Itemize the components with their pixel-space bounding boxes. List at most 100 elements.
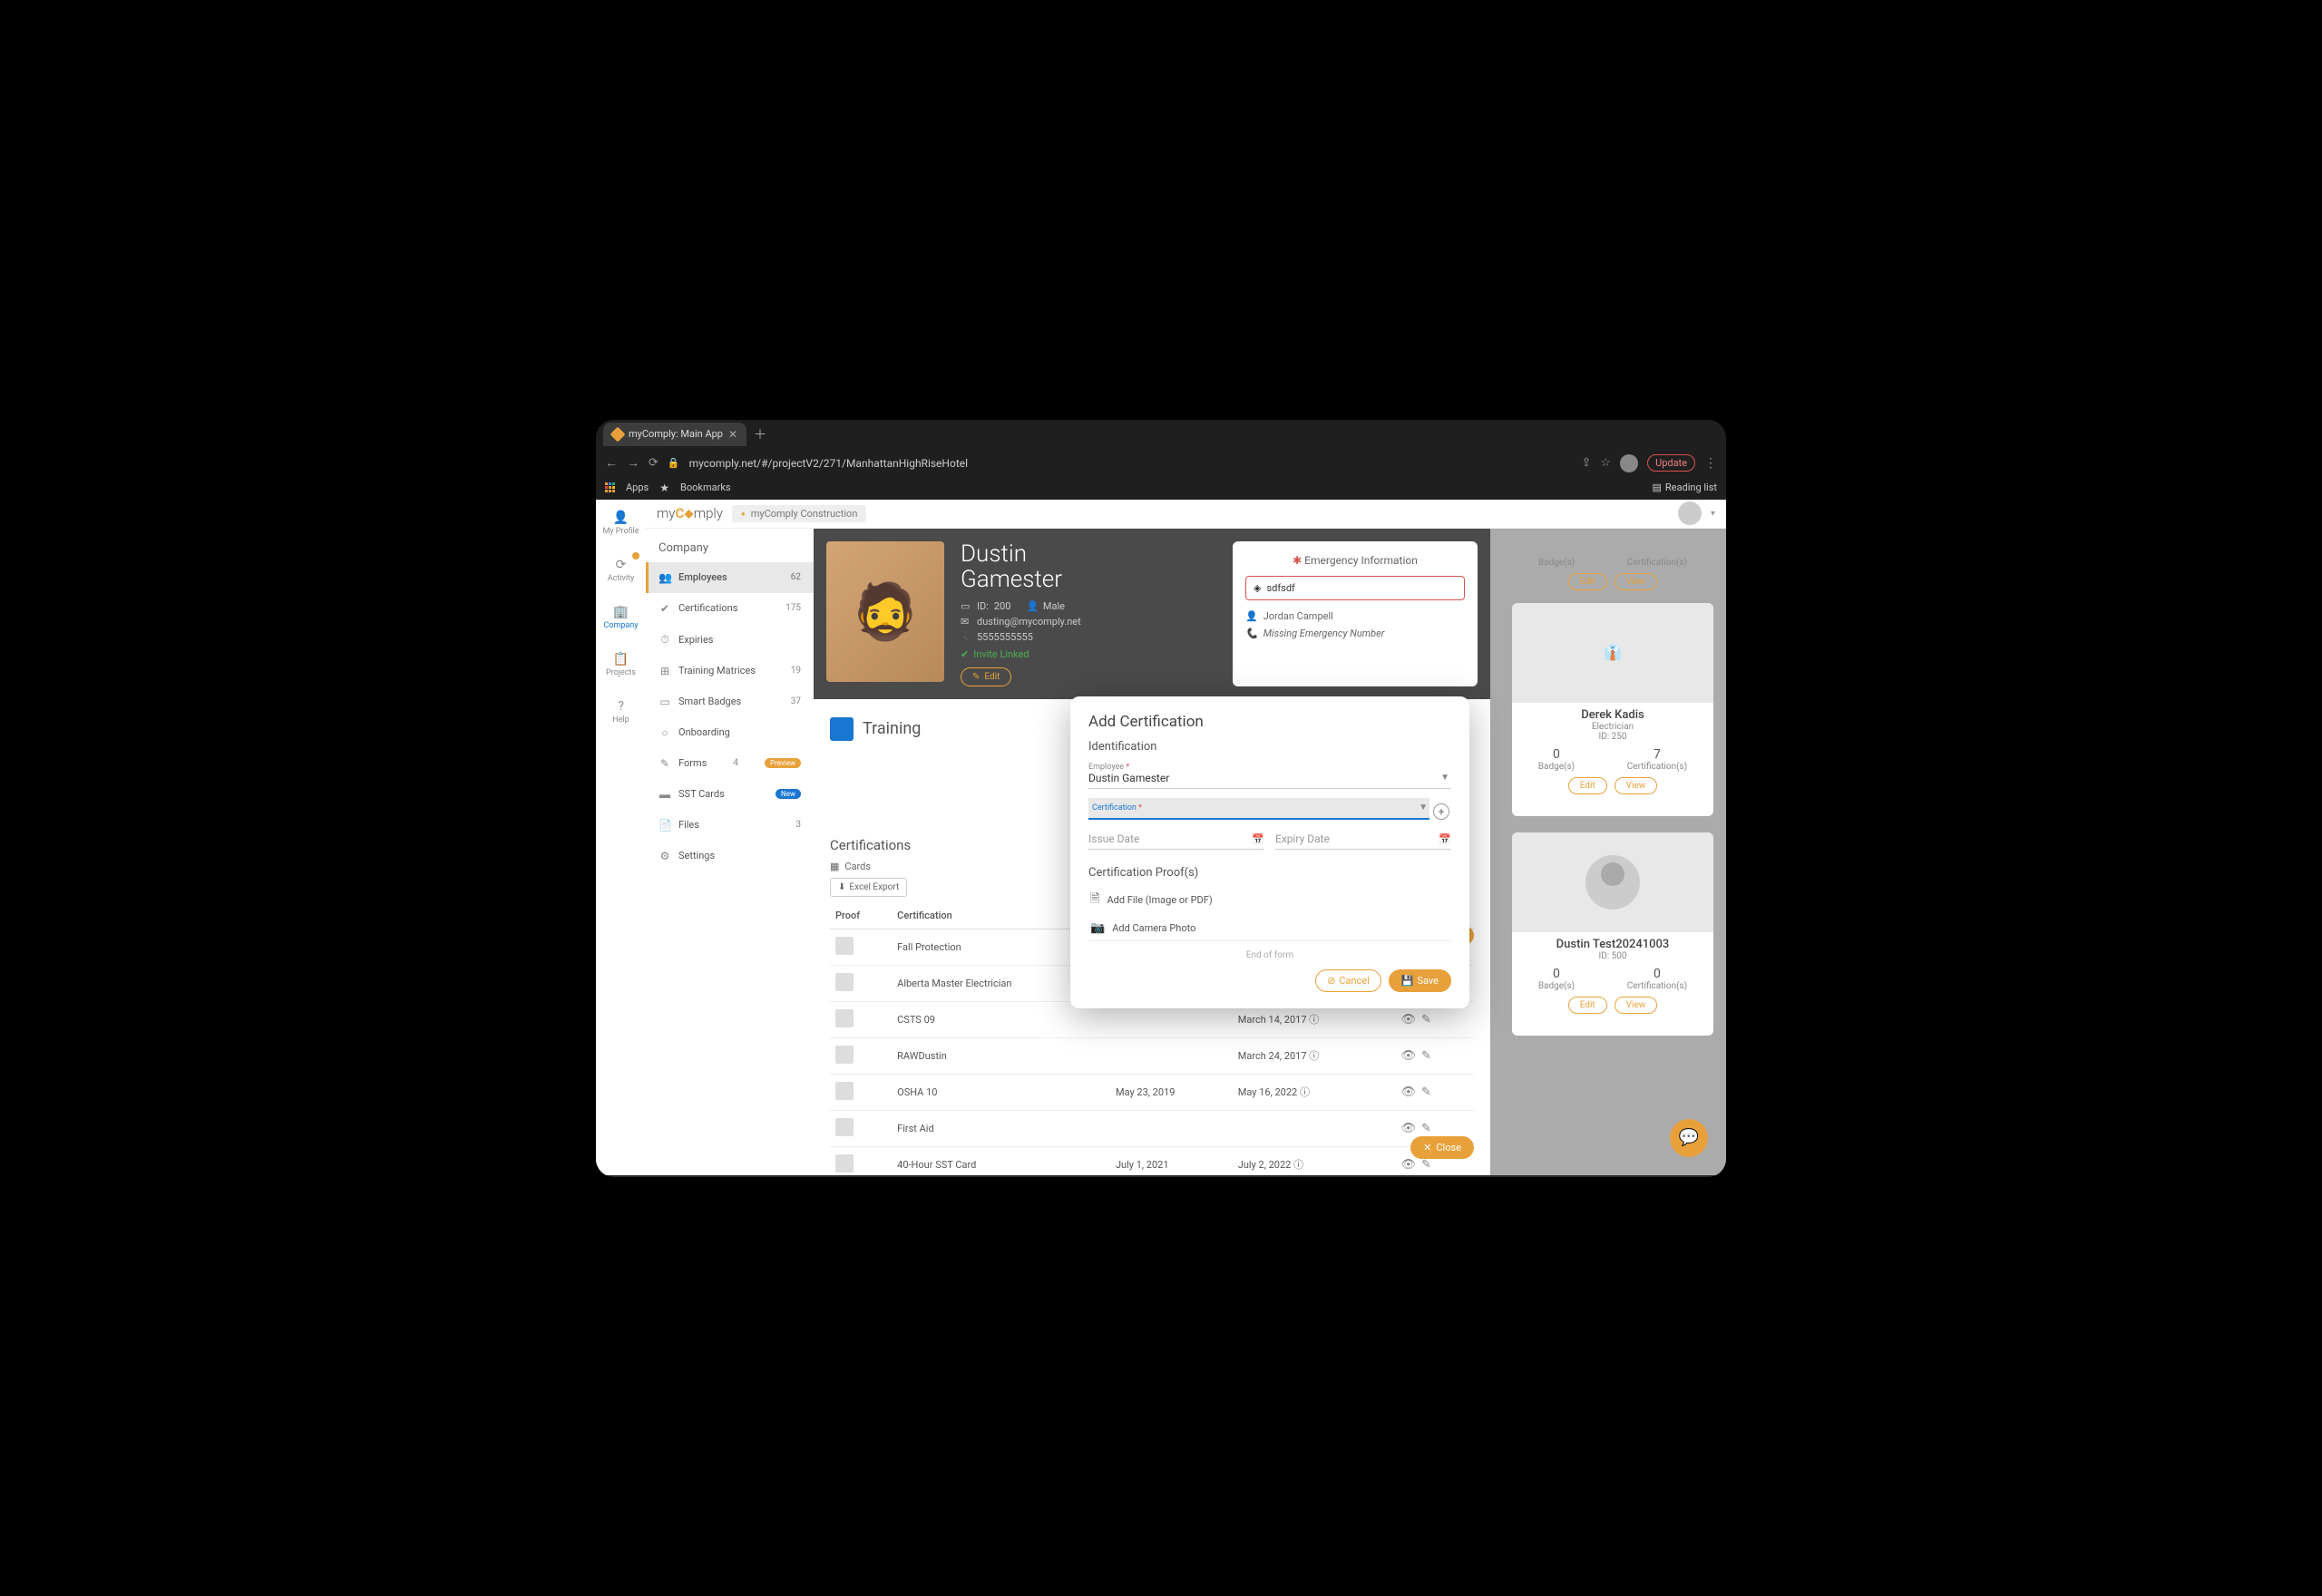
edit-icon[interactable]: ✎: [1421, 1085, 1431, 1099]
star-icon: ★: [659, 482, 669, 494]
rail-help[interactable]: ?Help: [609, 696, 632, 728]
apps-label[interactable]: Apps: [626, 482, 649, 493]
proof-thumbnail[interactable]: [835, 1046, 854, 1064]
add-camera-photo-button[interactable]: 📷Add Camera Photo: [1088, 916, 1451, 940]
sidebar-item-smart-badges[interactable]: ▭Smart Badges37: [646, 686, 814, 717]
issue-date-input[interactable]: Issue Date 📅: [1088, 829, 1264, 850]
profile-photo: 🧔: [826, 541, 944, 682]
user-avatar-icon[interactable]: [1678, 501, 1702, 525]
edit-icon[interactable]: ✎: [1421, 1122, 1431, 1135]
alert-icon: ⓘ: [1293, 1159, 1303, 1171]
phone-icon: 📞: [1245, 628, 1258, 639]
view-button[interactable]: View: [1615, 573, 1658, 590]
sidebar-item-files[interactable]: 📄Files3: [646, 810, 814, 841]
edit-button[interactable]: Edit: [1568, 777, 1607, 794]
browser-tab[interactable]: myComply: Main App ✕: [603, 423, 746, 446]
view-icon[interactable]: 👁: [1400, 1013, 1416, 1027]
nav-icon: ▬: [659, 788, 671, 801]
close-icon[interactable]: ✕: [728, 428, 737, 441]
profile-avatar-icon[interactable]: [1620, 454, 1638, 472]
view-icon[interactable]: 👁: [1400, 1158, 1416, 1172]
reload-button[interactable]: ⟳: [649, 456, 659, 470]
apps-icon[interactable]: [605, 482, 615, 492]
reading-list-button[interactable]: ▤ Reading list: [1653, 482, 1718, 493]
logo[interactable]: myC⬥mply: [657, 505, 723, 521]
proof-thumbnail[interactable]: [835, 1082, 854, 1100]
employee-cards-column: Badge(s)Certification(s) Edit View 👔 Der…: [1499, 558, 1726, 1175]
add-new-cert-type-button[interactable]: +: [1433, 803, 1449, 820]
lock-icon: 🔒: [668, 457, 680, 469]
edit-icon[interactable]: ✎: [1421, 1013, 1431, 1027]
emergency-title: Emergency Information: [1245, 554, 1465, 567]
chevron-down-icon: ▼: [1440, 773, 1449, 783]
dropdown-caret-icon[interactable]: ▾: [1711, 509, 1715, 519]
sidebar-item-training-matrices[interactable]: ⊞Training Matrices19: [646, 656, 814, 686]
certification-select[interactable]: Certification * ▼ +: [1088, 798, 1429, 820]
sidebar-item-forms[interactable]: ✎Forms4Preview: [646, 748, 814, 779]
reading-list-icon: ▤: [1653, 482, 1662, 493]
proof-thumbnail[interactable]: [835, 1009, 854, 1027]
sidebar-item-certifications[interactable]: ✔Certifications175: [646, 593, 814, 624]
close-drawer-button[interactable]: ✕Close: [1410, 1136, 1474, 1159]
pencil-icon: ✎: [972, 672, 980, 682]
sidebar-item-expiries[interactable]: ⏱Expiries: [646, 624, 814, 656]
cancel-button[interactable]: ⊘Cancel: [1315, 969, 1381, 992]
emergency-allergy-input[interactable]: ◈sdfsdf: [1245, 576, 1465, 600]
edit-profile-button[interactable]: ✎Edit: [961, 667, 1011, 686]
rail-activity[interactable]: ⟳Activity: [604, 554, 638, 587]
person-icon: 👤: [1027, 600, 1038, 612]
view-icon[interactable]: 👁: [1400, 1085, 1416, 1099]
employee-card[interactable]: 👔 Derek Kadis Electrician ID: 250 0Badge…: [1512, 603, 1713, 816]
file-add-icon: 🗎: [1090, 890, 1099, 910]
forward-button[interactable]: →: [627, 455, 639, 471]
sidebar-item-sst-cards[interactable]: ▬SST CardsNew: [646, 779, 814, 810]
sidebar-item-onboarding[interactable]: ○Onboarding: [646, 717, 814, 748]
overflow-menu-icon[interactable]: ⋮: [1704, 456, 1717, 471]
employee-select[interactable]: Employee * Dustin Gamester ▼: [1088, 759, 1451, 789]
proof-thumbnail[interactable]: [835, 1154, 854, 1173]
excel-export-button[interactable]: ⬇Excel Export: [830, 878, 907, 897]
person-icon: 👤: [1245, 610, 1258, 622]
nav-icon: ⚙: [659, 850, 671, 862]
close-icon: ✕: [1423, 1142, 1431, 1153]
new-tab-button[interactable]: ＋: [754, 425, 766, 443]
rail-company[interactable]: 🏢Company: [600, 601, 641, 634]
edit-button[interactable]: Edit: [1568, 997, 1607, 1014]
add-file-button[interactable]: 🗎Add File (Image or PDF): [1088, 885, 1451, 916]
tablet-frame: myComply: Main App ✕ ＋ ← → ⟳ 🔒 mycomply.…: [564, 388, 1758, 1209]
edit-icon[interactable]: ✎: [1421, 1049, 1431, 1063]
table-row: First Aid 👁✎: [830, 1110, 1474, 1146]
sidebar-item-employees[interactable]: 👥Employees62: [646, 562, 814, 593]
view-icon[interactable]: 👁: [1400, 1122, 1416, 1135]
nav-icon: 👥: [659, 571, 671, 584]
breadcrumb[interactable]: myComply Construction: [732, 505, 867, 522]
employee-card[interactable]: Dustin Test20241003 ID: 500 0Badge(s)0Ce…: [1512, 832, 1713, 1036]
back-button[interactable]: ←: [605, 455, 618, 471]
rail-my-profile[interactable]: 👤My Profile: [599, 507, 642, 540]
proof-thumbnail[interactable]: [835, 937, 854, 955]
update-button[interactable]: Update: [1647, 454, 1695, 472]
view-button[interactable]: View: [1615, 997, 1658, 1014]
bookmark-star-icon[interactable]: ☆: [1600, 456, 1611, 470]
chat-button[interactable]: 💬: [1670, 1119, 1708, 1157]
emergency-card: Emergency Information ◈sdfsdf 👤Jordan Ca…: [1233, 541, 1478, 686]
edit-button[interactable]: Edit: [1568, 573, 1607, 590]
share-icon[interactable]: ⇪: [1582, 456, 1592, 470]
grid-icon: ▦: [830, 861, 839, 872]
bookmarks-label[interactable]: Bookmarks: [680, 482, 731, 493]
proof-thumbnail[interactable]: [835, 1118, 854, 1136]
edit-icon[interactable]: ✎: [1421, 1158, 1431, 1172]
url-text[interactable]: mycomply.net/#/projectV2/271/ManhattanHi…: [689, 457, 1573, 470]
view-button[interactable]: View: [1615, 777, 1658, 794]
view-icon[interactable]: 👁: [1400, 1049, 1416, 1063]
rail-projects[interactable]: 📋Projects: [602, 648, 639, 681]
proof-thumbnail[interactable]: [835, 973, 854, 991]
employee-photo: 👔: [1512, 603, 1713, 703]
table-row: OSHA 10 May 23, 2019 May 16, 2022 ⓘ 👁✎: [830, 1074, 1474, 1110]
expiry-date-input[interactable]: Expiry Date 📅: [1275, 829, 1451, 850]
nav-icon: ✎: [659, 757, 671, 770]
check-circle-icon: ✔: [961, 648, 969, 660]
save-button[interactable]: 💾Save: [1389, 969, 1451, 992]
building-icon: 🏢: [613, 605, 629, 619]
sidebar-item-settings[interactable]: ⚙Settings: [646, 841, 814, 871]
